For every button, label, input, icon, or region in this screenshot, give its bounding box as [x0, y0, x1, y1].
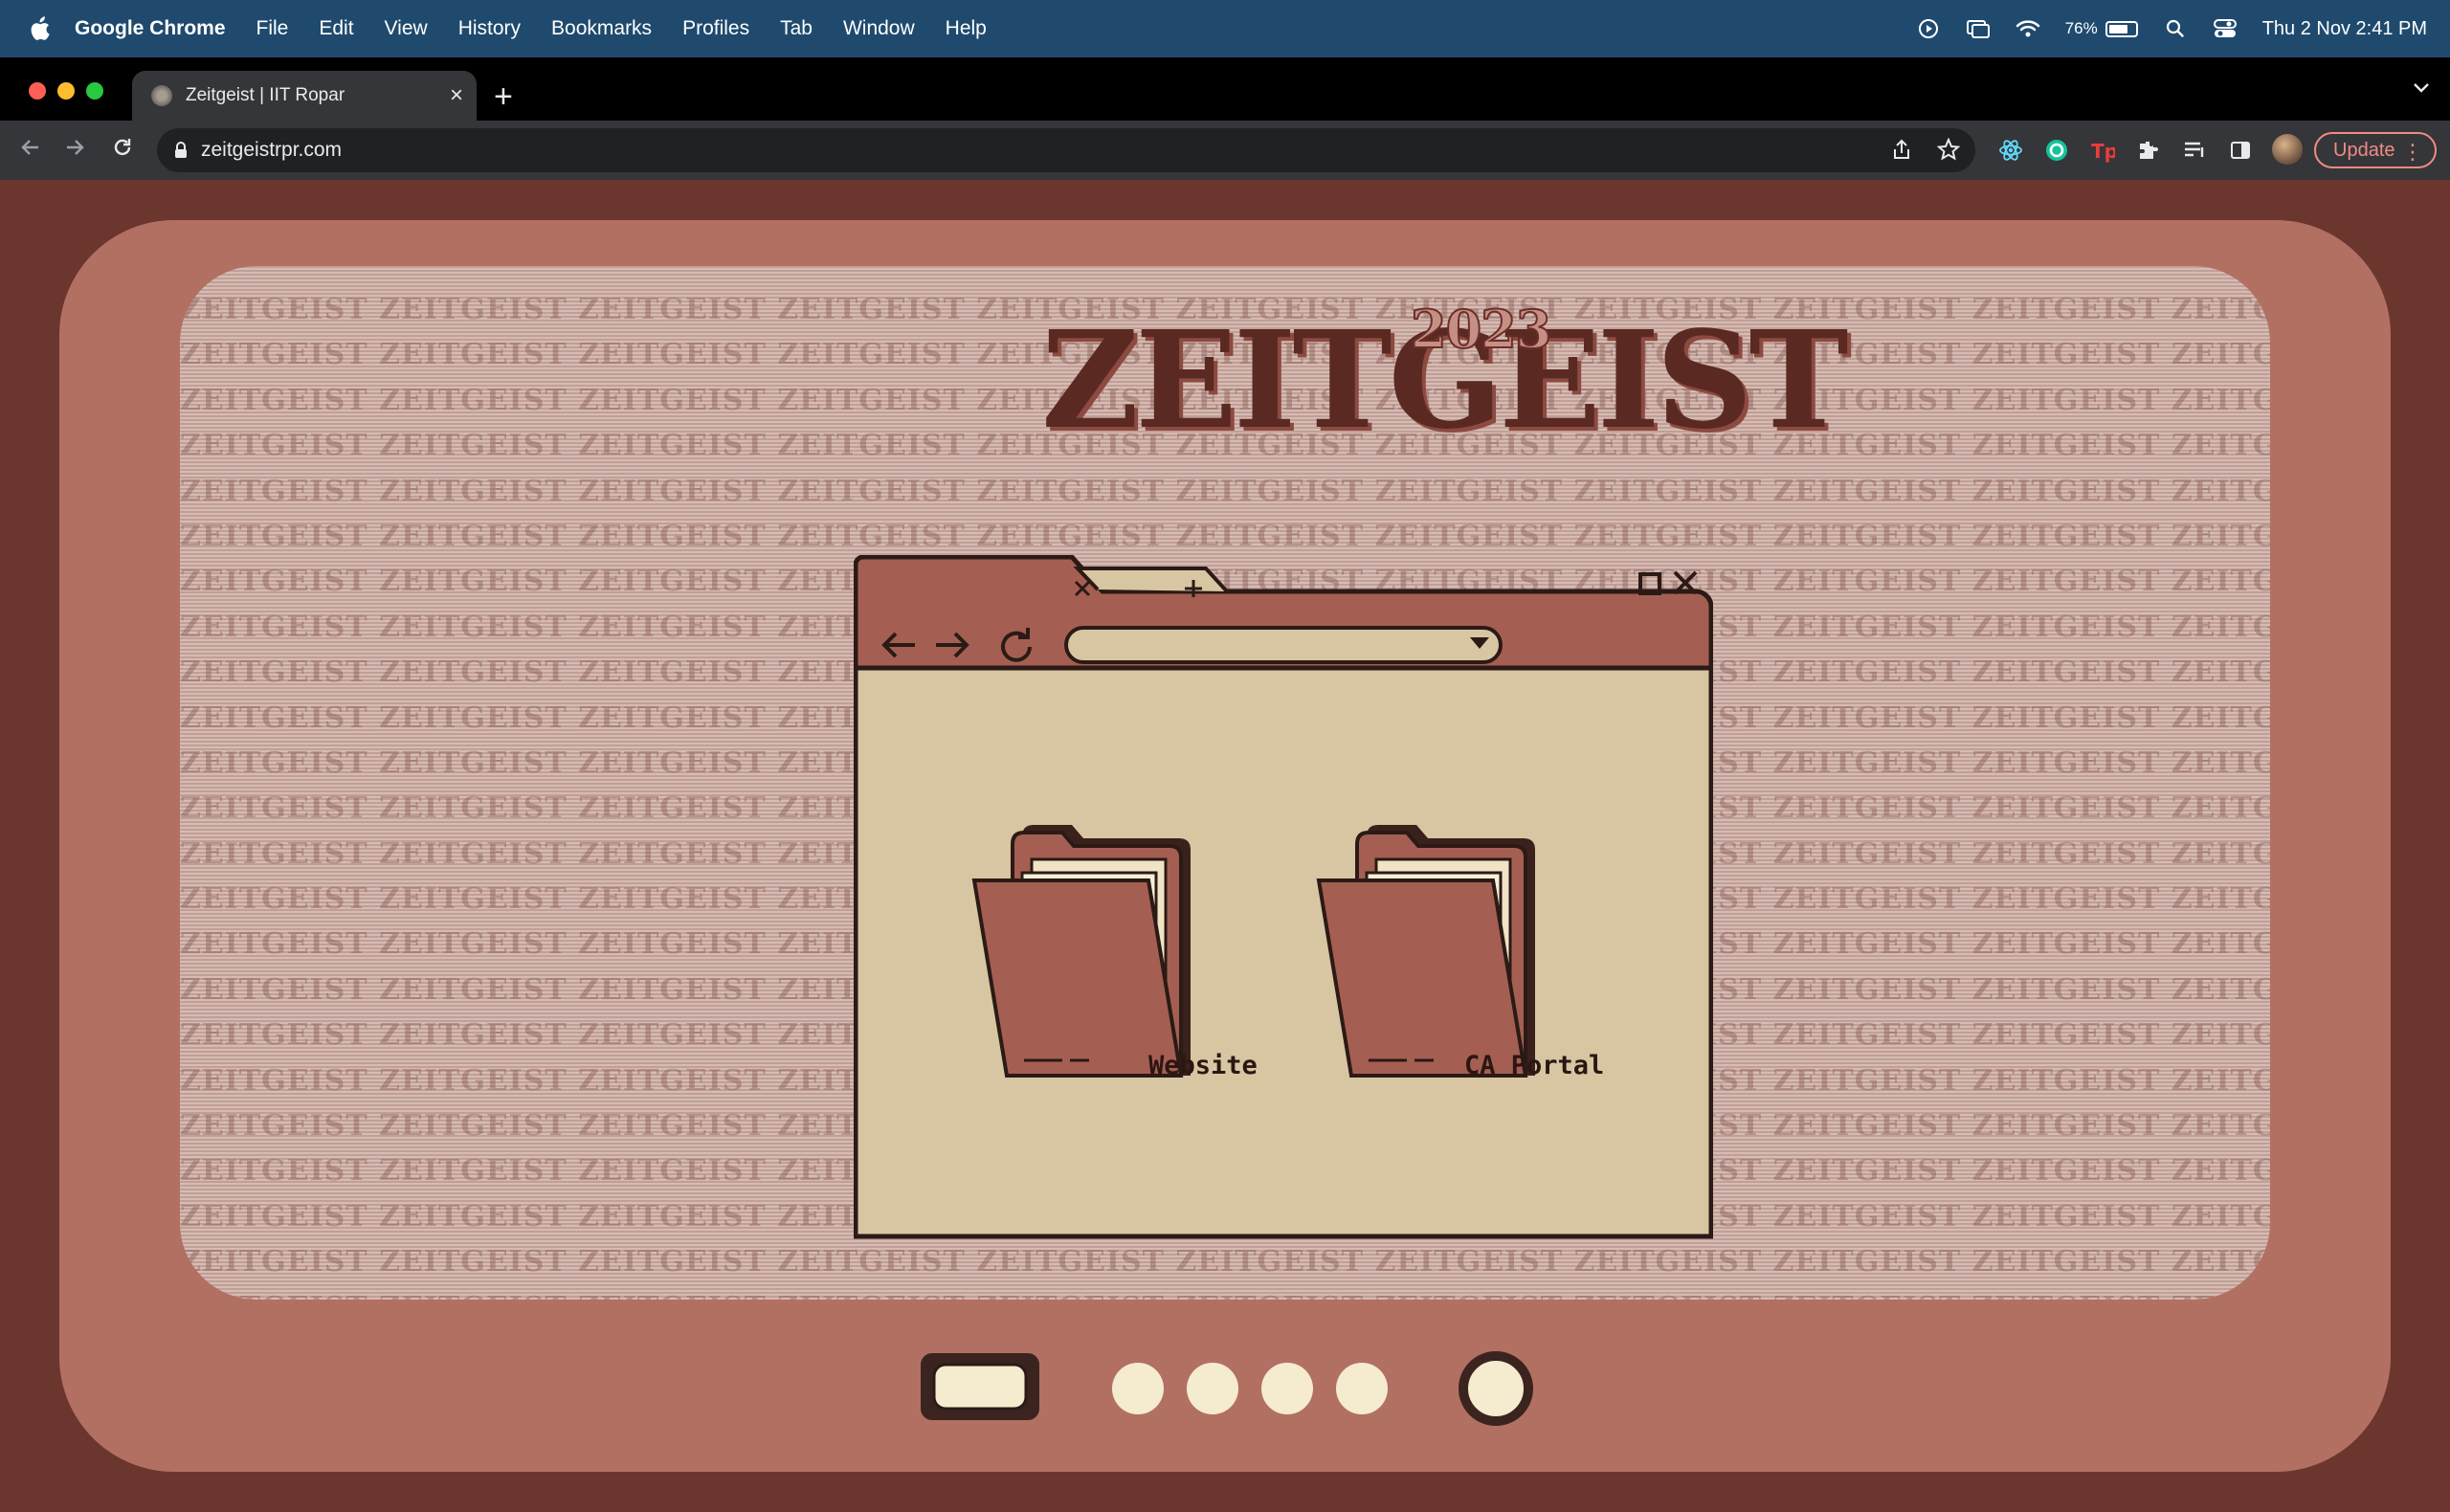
tv-screen: ZEITGEIST ZEITGEIST ZEITGEIST ZEITGEIST …: [180, 266, 2270, 1300]
apple-icon[interactable]: [29, 16, 50, 41]
browser-toolbar: zeitgeistrpr.com Tp Update ⋮: [0, 121, 2450, 180]
window-controls: [29, 82, 103, 100]
more-menu-icon[interactable]: ⋮: [2402, 140, 2423, 165]
address-bar[interactable]: zeitgeistrpr.com: [157, 128, 1975, 172]
update-label: Update: [2333, 139, 2395, 161]
bookmark-star-icon[interactable]: [1936, 137, 1961, 167]
close-window-button[interactable]: [29, 82, 46, 100]
update-button[interactable]: Update ⋮: [2314, 132, 2437, 168]
menu-tab[interactable]: Tab: [780, 17, 813, 40]
macos-menu-bar: Google Chrome File Edit View History Boo…: [0, 0, 2450, 57]
tv-knob-2[interactable]: [1187, 1363, 1238, 1414]
tab-search-chevron-icon[interactable]: [2412, 80, 2431, 99]
website-folder-button[interactable]: [969, 821, 1189, 1099]
tab-close-icon[interactable]: ×: [450, 82, 463, 109]
side-panel-icon[interactable]: [2226, 136, 2255, 165]
extensions-puzzle-icon[interactable]: [2134, 136, 2163, 165]
menu-view[interactable]: View: [385, 17, 428, 40]
logo-year: 2023: [1410, 298, 1552, 361]
pattern-row: ZEITGEIST ZEITGEIST ZEITGEIST ZEITGEIST …: [180, 1291, 2270, 1300]
grammarly-icon[interactable]: [2042, 136, 2071, 165]
spotlight-search-icon[interactable]: [2163, 16, 2188, 41]
browser-tab-active[interactable]: Zeitgeist | IIT Ropar ×: [132, 71, 477, 121]
address-url[interactable]: zeitgeistrpr.com: [201, 139, 342, 162]
maximize-window-button[interactable]: [86, 82, 103, 100]
wifi-icon[interactable]: [2016, 16, 2040, 41]
lock-icon[interactable]: [174, 142, 188, 159]
battery-fill: [2108, 24, 2128, 33]
retro-tv-frame: ZEITGEIST ZEITGEIST ZEITGEIST ZEITGEIST …: [59, 220, 2391, 1472]
menu-datetime[interactable]: Thu 2 Nov 2:41 PM: [2262, 18, 2427, 40]
tv-channel-button[interactable]: [919, 1351, 1053, 1424]
pattern-row: ZEITGEIST ZEITGEIST ZEITGEIST ZEITGEIST …: [180, 474, 2270, 508]
profile-avatar[interactable]: [2272, 134, 2303, 165]
minimize-window-button[interactable]: [57, 82, 75, 100]
svg-text:Tp: Tp: [2091, 140, 2115, 163]
share-icon[interactable]: [1891, 138, 1912, 167]
ca-portal-folder-button[interactable]: [1313, 821, 1533, 1099]
menu-window[interactable]: Window: [843, 17, 915, 40]
browser-tab-strip: Zeitgeist | IIT Ropar × +: [0, 57, 2450, 121]
screen-record-icon[interactable]: [1916, 16, 1941, 41]
reading-list-icon[interactable]: [2180, 136, 2209, 165]
react-devtools-icon[interactable]: [1996, 136, 2025, 165]
menu-history[interactable]: History: [458, 17, 521, 40]
battery-icon: [2105, 20, 2138, 37]
pattern-row: ZEITGEIST ZEITGEIST ZEITGEIST ZEITGEIST …: [180, 1245, 2270, 1279]
site-favicon-icon: [151, 85, 172, 106]
menu-bookmarks[interactable]: Bookmarks: [551, 17, 652, 40]
forward-button[interactable]: [63, 136, 86, 164]
status-area: 76% Thu 2 Nov 2:41 PM: [1916, 0, 2427, 57]
tp-extension-icon[interactable]: Tp: [2088, 136, 2117, 165]
screen-mirror-icon[interactable]: [1966, 16, 1991, 41]
battery-percent: 76%: [2064, 19, 2098, 37]
zeitgeist-logo: ZEITGEIST 2023: [1041, 298, 1849, 448]
menu-help[interactable]: Help: [946, 17, 987, 40]
menu-edit[interactable]: Edit: [319, 17, 353, 40]
control-center-icon[interactable]: [2213, 16, 2238, 41]
menu-file[interactable]: File: [256, 17, 289, 40]
back-button[interactable]: [19, 136, 42, 164]
reload-button[interactable]: [111, 136, 134, 164]
tv-knob-4[interactable]: [1336, 1363, 1388, 1414]
menu-app-name[interactable]: Google Chrome: [75, 17, 226, 40]
omnibox-actions: [1891, 137, 1961, 167]
retro-browser-window: Website CA Portal: [854, 555, 1713, 1240]
menu-profiles[interactable]: Profiles: [682, 17, 749, 40]
tv-power-button[interactable]: [1459, 1351, 1533, 1426]
tv-knob-1[interactable]: [1112, 1363, 1164, 1414]
new-tab-button[interactable]: +: [494, 80, 513, 113]
battery-indicator[interactable]: 76%: [2065, 19, 2138, 38]
tab-title: Zeitgeist | IIT Ropar: [186, 85, 345, 105]
tv-knob-3[interactable]: [1261, 1363, 1313, 1414]
web-page: ZEITGEIST ZEITGEIST ZEITGEIST ZEITGEIST …: [0, 180, 2450, 1512]
